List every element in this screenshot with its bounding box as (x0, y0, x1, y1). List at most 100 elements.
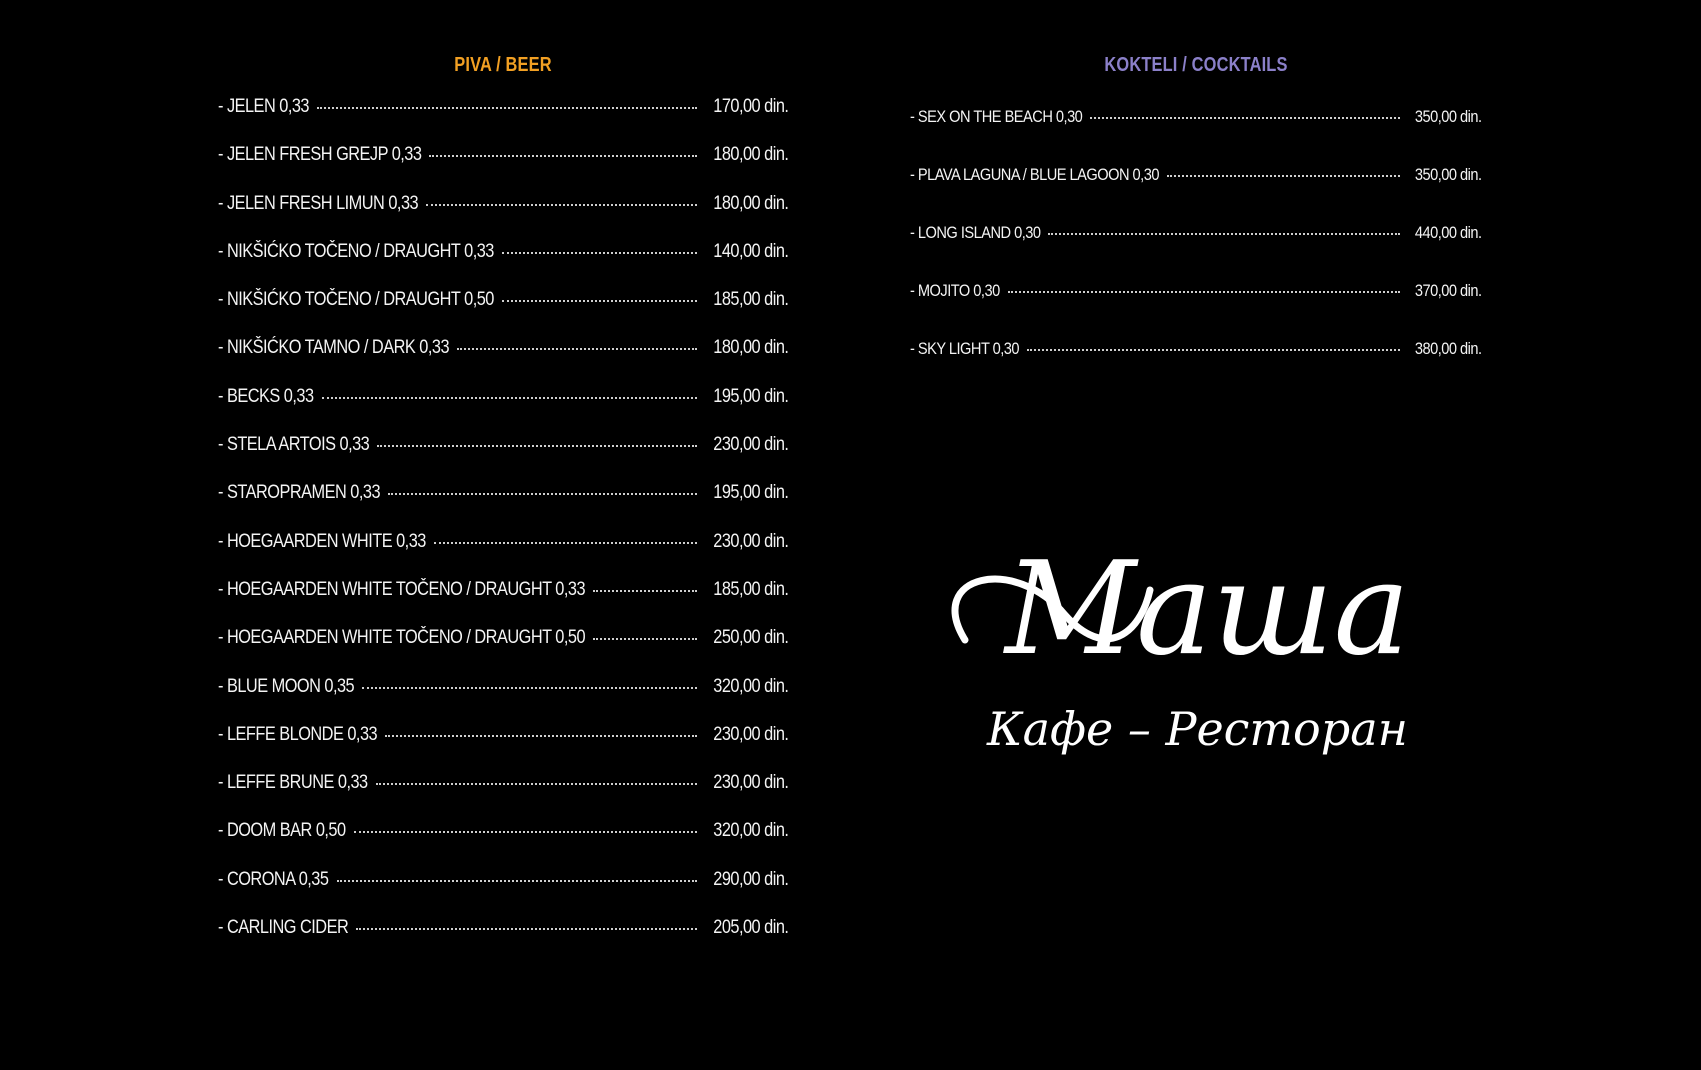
dotted-leader (426, 203, 697, 206)
cocktail-item-name: - LONG ISLAND 0,30 (910, 223, 1041, 242)
logo-name: Маша (1003, 535, 1410, 684)
beer-item: - HOEGAARDEN WHITE 0,33 230,00 din. (218, 530, 789, 579)
dotted-leader (1007, 291, 1401, 293)
beer-item-price: 290,00 din. (712, 868, 789, 890)
beer-item-price: 320,00 din. (712, 820, 789, 842)
beer-item: - BECKS 0,33 195,00 din. (218, 385, 789, 434)
cocktail-item-name: - MOJITO 0,30 (910, 281, 1000, 300)
beer-item-name: - JELEN 0,33 (218, 96, 310, 117)
beer-item-name: - NIKŠIĆKO TOČENO / DRAUGHT 0,33 (218, 240, 494, 262)
beer-section: PIVA / BEER - JELEN 0,33 170,00 din. - JEL… (218, 48, 789, 965)
beer-item-name: - BECKS 0,33 (218, 385, 314, 407)
dotted-leader (501, 300, 697, 303)
beer-item-price: 180,00 din. (712, 337, 789, 359)
dotted-leader (1166, 175, 1401, 177)
dotted-leader (433, 541, 697, 544)
cocktail-section: KOKTELI / COCKTAILS - SEX ON THE BEACH 0… (910, 48, 1483, 397)
beer-item: - NIKŠIĆKO TOČENO / DRAUGHT 0,33 140,00 d… (218, 240, 789, 289)
beer-item: - JELEN 0,33 170,00 din. (218, 96, 789, 144)
beer-item-name: - HOEGAARDEN WHITE TOČENO / DRAUGHT 0,33 (218, 578, 586, 600)
beer-item: - JELEN FRESH LIMUN 0,33 180,00 din. (218, 192, 789, 241)
cocktail-item-price: 380,00 din. (1415, 339, 1482, 358)
cocktail-item: - PLAVA LAGUNA / BLUE LAGOON 0,30 350,00 … (910, 165, 1483, 223)
beer-item-price: 320,00 din. (712, 675, 789, 697)
beer-item-price: 180,00 din. (712, 192, 789, 214)
beer-list: - JELEN 0,33 170,00 din. - JELEN FRESH GRE… (218, 96, 789, 965)
cocktail-item: - LONG ISLAND 0,30 440,00 din. (910, 223, 1483, 281)
dotted-leader (353, 831, 697, 834)
cocktail-item-price: 440,00 din. (1415, 223, 1482, 242)
beer-item: - NIKŠIĆKO TOČENO / DRAUGHT 0,50 185,00 d… (218, 289, 789, 337)
dotted-leader (429, 155, 697, 158)
dotted-leader (456, 348, 697, 351)
beer-item: - STAROPRAMEN 0,33 195,00 din. (218, 482, 789, 530)
dotted-leader (336, 879, 697, 882)
beer-item-price: 230,00 din. (712, 434, 789, 456)
logo-graphic: Маша Кафе – Ресторан (951, 535, 1410, 756)
beer-item-name: - STAROPRAMEN 0,33 (218, 482, 381, 504)
beer-item-price: 185,00 din. (712, 578, 789, 600)
beer-item-price: 195,00 din. (712, 482, 789, 504)
beer-item-name: - CORONA 0,35 (218, 868, 329, 890)
dotted-leader (377, 445, 697, 448)
cocktail-item-name: - SEX ON THE BEACH 0,30 (910, 107, 1083, 126)
beer-item: - LEFFE BRUNE 0,33 230,00 din. (218, 772, 789, 820)
beer-item-name: - DOOM BAR 0,50 (218, 820, 346, 842)
beer-item-name: - JELEN FRESH LIMUN 0,33 (218, 192, 419, 214)
cocktail-item-price: 370,00 din. (1415, 281, 1482, 300)
beer-item-price: 185,00 din. (712, 289, 789, 311)
beer-item-name: - NIKŠIĆKO TOČENO / DRAUGHT 0,50 (218, 289, 494, 311)
beer-item: - LEFFE BLONDE 0,33 230,00 din. (218, 723, 789, 772)
cocktail-item-price: 350,00 din. (1415, 165, 1482, 184)
dotted-leader (388, 493, 697, 496)
beer-item-name: - HOEGAARDEN WHITE 0,33 (218, 530, 426, 552)
beer-item-price: 250,00 din. (712, 627, 789, 649)
beer-item-price: 195,00 din. (712, 385, 789, 407)
beer-item-price: 180,00 din. (712, 144, 789, 166)
beer-section-title: PIVA / BEER (454, 54, 552, 76)
beer-item: - CARLING CIDER 205,00 din. (218, 917, 789, 965)
beer-item: - STELA ARTOIS 0,33 230,00 din. (218, 434, 789, 482)
beer-item: - HOEGAARDEN WHITE TOČENO / DRAUGHT 0,50… (218, 627, 789, 675)
beer-item: - NIKŠIĆKO TAMNO / DARK 0,33 180,00 din. (218, 337, 789, 385)
cocktail-item-name: - SKY LIGHT 0,30 (910, 339, 1020, 358)
dotted-leader (593, 589, 697, 592)
cocktail-item-price: 350,00 din. (1415, 107, 1482, 126)
dotted-leader (593, 638, 697, 641)
cocktail-item-name: - PLAVA LAGUNA / BLUE LAGOON 0,30 (910, 165, 1159, 184)
beer-item-name: - JELEN FRESH GREJP 0,33 (218, 144, 422, 166)
cocktail-section-title: KOKTELI / COCKTAILS (1104, 54, 1288, 76)
cocktail-item: - SKY LIGHT 0,30 380,00 din. (910, 339, 1483, 397)
dotted-leader (375, 783, 697, 786)
beer-item: - JELEN FRESH GREJP 0,33 180,00 din. (218, 144, 789, 192)
restaurant-logo: Маша Кафе – Ресторан (925, 535, 1465, 795)
beer-item-name: - CARLING CIDER (218, 917, 349, 939)
beer-item-name: - LEFFE BLONDE 0,33 (218, 723, 378, 745)
cocktail-item: - MOJITO 0,30 370,00 din. (910, 281, 1483, 339)
dotted-leader (321, 396, 697, 399)
beer-item-name: - STELA ARTOIS 0,33 (218, 434, 370, 456)
beer-item-price: 230,00 din. (712, 772, 789, 794)
dotted-leader (362, 686, 697, 689)
dotted-leader (385, 734, 697, 737)
beer-item-name: - BLUE MOON 0,35 (218, 675, 355, 697)
beer-item-name: - NIKŠIĆKO TAMNO / DARK 0,33 (218, 337, 450, 359)
logo-tagline: Кафе – Ресторан (986, 702, 1408, 756)
dotted-leader (317, 107, 697, 109)
beer-item-price: 170,00 din. (712, 96, 789, 117)
beer-item: - CORONA 0,35 290,00 din. (218, 868, 789, 917)
beer-item-price: 140,00 din. (712, 240, 789, 262)
beer-item: - HOEGAARDEN WHITE TOČENO / DRAUGHT 0,33… (218, 578, 789, 627)
beer-item: - DOOM BAR 0,50 320,00 din. (218, 820, 789, 868)
dotted-leader (356, 928, 697, 931)
cocktail-item: - SEX ON THE BEACH 0,30 350,00 din. (910, 107, 1483, 165)
beer-item-price: 205,00 din. (712, 917, 789, 939)
cocktail-list: - SEX ON THE BEACH 0,30 350,00 din. - PLAV… (910, 107, 1483, 397)
dotted-leader (1048, 233, 1401, 235)
beer-item-name: - HOEGAARDEN WHITE TOČENO / DRAUGHT 0,50 (218, 627, 586, 649)
dotted-leader (501, 251, 697, 254)
beer-item: - BLUE MOON 0,35 320,00 din. (218, 675, 789, 724)
dotted-leader (1027, 349, 1401, 351)
beer-item-name: - LEFFE BRUNE 0,33 (218, 772, 368, 794)
beer-item-price: 230,00 din. (712, 723, 789, 745)
